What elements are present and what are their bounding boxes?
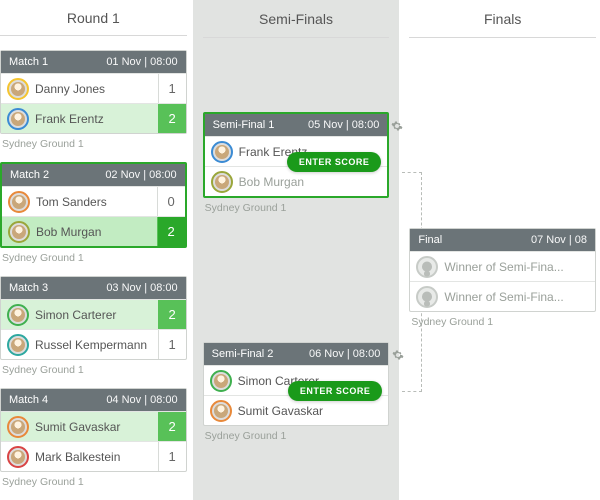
- player-row[interactable]: Winner of Semi-Fina...: [410, 281, 595, 311]
- score-cell: 0: [157, 187, 185, 216]
- player-name: Bob Murgan: [36, 225, 157, 239]
- avatar: [210, 370, 232, 392]
- player-row[interactable]: Frank Erentz 2: [1, 103, 186, 133]
- enter-score-button[interactable]: ENTER SCORE: [287, 152, 382, 172]
- venue-label: Sydney Ground 1: [411, 316, 596, 328]
- match-title: Final: [418, 234, 442, 246]
- player-row[interactable]: Sumit Gavaskar 2: [1, 411, 186, 441]
- match-title: Semi-Final 1: [213, 119, 275, 131]
- player-name: Mark Balkestein: [35, 450, 158, 464]
- match-datetime: 02 Nov | 08:00: [105, 169, 176, 181]
- score-cell: 1: [158, 74, 186, 103]
- player-name: Sumit Gavaskar: [35, 420, 158, 434]
- column-header-semi: Semi-Finals: [203, 0, 390, 38]
- match-datetime: 05 Nov | 08:00: [308, 119, 379, 131]
- match-datetime: 03 Nov | 08:00: [106, 282, 177, 294]
- avatar: [7, 304, 29, 326]
- avatar: [7, 78, 29, 100]
- player-row[interactable]: Mark Balkestein 1: [1, 441, 186, 471]
- player-row[interactable]: Russel Kempermann 1: [1, 329, 186, 359]
- match-header: Semi-Final 2 06 Nov | 08:00: [204, 343, 389, 365]
- venue-label: Sydney Ground 1: [205, 430, 390, 442]
- match-card-2[interactable]: Match 2 02 Nov | 08:00 Tom Sanders 0 Bob…: [0, 162, 187, 248]
- semi-card-2[interactable]: Semi-Final 2 06 Nov | 08:00 Simon Carter…: [203, 342, 390, 426]
- avatar: [7, 108, 29, 130]
- player-row[interactable]: Bob Murgan 2: [2, 216, 185, 246]
- avatar: [211, 171, 233, 193]
- player-row[interactable]: Simon Carterer 2: [1, 299, 186, 329]
- match-datetime: 06 Nov | 08:00: [309, 348, 380, 360]
- player-name: Simon Carterer: [35, 308, 158, 322]
- match-header: Match 3 03 Nov | 08:00: [1, 277, 186, 299]
- avatar-placeholder: [416, 256, 438, 278]
- score-cell: 2: [158, 104, 186, 133]
- match-header: Final 07 Nov | 08: [410, 229, 595, 251]
- score-cell: 1: [158, 442, 186, 471]
- player-name: Tom Sanders: [36, 195, 157, 209]
- avatar-placeholder: [416, 286, 438, 308]
- column-header-round1: Round 1: [0, 0, 187, 36]
- match-title: Match 1: [9, 56, 48, 68]
- score-cell: 2: [157, 217, 185, 246]
- match-datetime: 07 Nov | 08: [531, 234, 587, 246]
- match-datetime: 04 Nov | 08:00: [106, 394, 177, 406]
- match-header: Match 2 02 Nov | 08:00: [2, 164, 185, 186]
- avatar: [7, 334, 29, 356]
- score-cell: 2: [158, 300, 186, 329]
- final-card[interactable]: Final 07 Nov | 08 Winner of Semi-Fina...…: [409, 228, 596, 312]
- avatar: [8, 191, 30, 213]
- player-row[interactable]: Winner of Semi-Fina...: [410, 251, 595, 281]
- match-title: Match 4: [9, 394, 48, 406]
- player-row[interactable]: Tom Sanders 0: [2, 186, 185, 216]
- match-header: Match 4 04 Nov | 08:00: [1, 389, 186, 411]
- player-name: Bob Murgan: [239, 175, 388, 189]
- match-card-4[interactable]: Match 4 04 Nov | 08:00 Sumit Gavaskar 2 …: [0, 388, 187, 472]
- match-title: Semi-Final 2: [212, 348, 274, 360]
- player-name: Sumit Gavaskar: [238, 404, 389, 418]
- venue-label: Sydney Ground 1: [205, 202, 390, 214]
- player-name: Frank Erentz: [35, 112, 158, 126]
- match-header: Match 1 01 Nov | 08:00: [1, 51, 186, 73]
- avatar: [211, 141, 233, 163]
- player-name: Winner of Semi-Fina...: [444, 290, 595, 304]
- player-name: Winner of Semi-Fina...: [444, 260, 595, 274]
- avatar: [7, 446, 29, 468]
- semi-card-1[interactable]: Semi-Final 1 05 Nov | 08:00 Frank Erentz…: [203, 112, 390, 198]
- column-header-finals: Finals: [409, 0, 596, 38]
- venue-label: Sydney Ground 1: [2, 252, 187, 264]
- score-cell: 2: [158, 412, 186, 441]
- player-name: Danny Jones: [35, 82, 158, 96]
- avatar: [7, 416, 29, 438]
- match-header: Semi-Final 1 05 Nov | 08:00: [205, 114, 388, 136]
- match-datetime: 01 Nov | 08:00: [106, 56, 177, 68]
- venue-label: Sydney Ground 1: [2, 476, 187, 488]
- player-row[interactable]: Danny Jones 1: [1, 73, 186, 103]
- score-cell: 1: [158, 330, 186, 359]
- match-title: Match 2: [10, 169, 49, 181]
- enter-score-button[interactable]: ENTER SCORE: [288, 381, 383, 401]
- avatar: [8, 221, 30, 243]
- venue-label: Sydney Ground 1: [2, 364, 187, 376]
- match-card-3[interactable]: Match 3 03 Nov | 08:00 Simon Carterer 2 …: [0, 276, 187, 360]
- match-title: Match 3: [9, 282, 48, 294]
- match-card-1[interactable]: Match 1 01 Nov | 08:00 Danny Jones 1 Fra…: [0, 50, 187, 134]
- venue-label: Sydney Ground 1: [2, 138, 187, 150]
- avatar: [210, 400, 232, 422]
- player-name: Russel Kempermann: [35, 338, 158, 352]
